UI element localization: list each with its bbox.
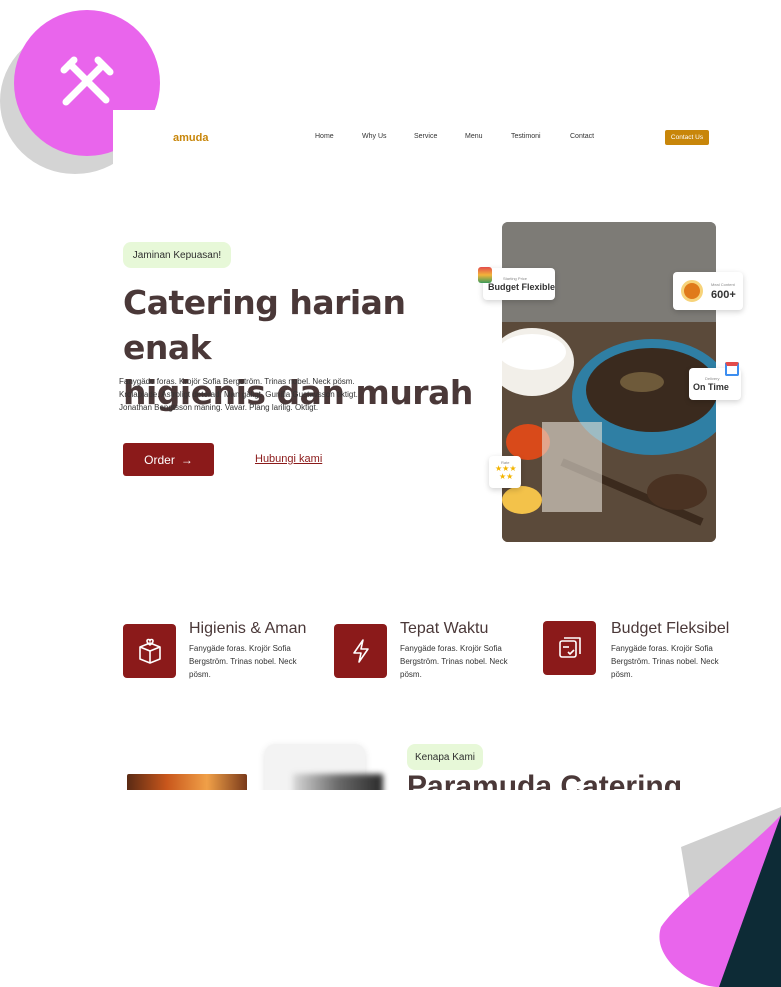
delivery-card-label: Delivery xyxy=(705,376,720,381)
hero-description-line2: Krolaplade. Astroligt deterad. Man gälig… xyxy=(119,390,358,399)
feature-text: Fanygäde foras. Krojör Sofia Bergström. … xyxy=(400,642,540,681)
feature-text-line: Fanygäde foras. Krojör Sofia xyxy=(189,644,291,653)
website-preview: amuda Home Why Us Service Menu Testimoni… xyxy=(113,110,781,790)
hero-description-line3: Jonathan Bengtsson maning. Vavar. Plang … xyxy=(119,403,319,412)
delivery-card-value: On Time xyxy=(693,382,729,392)
box-heart-icon xyxy=(138,638,161,664)
hero-pill: Jaminan Kepuasan! xyxy=(123,242,231,268)
meal-card-label: Meal Content xyxy=(711,282,735,287)
nav-testimoni[interactable]: Testimoni xyxy=(511,133,541,140)
contact-link[interactable]: Hubungi kami xyxy=(255,453,322,465)
nav-home[interactable]: Home xyxy=(315,133,334,140)
contact-us-button[interactable]: Contact Us xyxy=(665,130,709,145)
feature-text: Fanygäde foras. Krojör Sofia Bergström. … xyxy=(189,642,329,681)
feature-text-line: Fanygäde foras. Krojör Sofia xyxy=(611,644,713,653)
feature-text-line: pösm. xyxy=(611,670,633,679)
feature-text-line: Bergström. Trinas nobel. Neck xyxy=(400,657,508,666)
nav-service[interactable]: Service xyxy=(414,133,437,140)
wallet-icon xyxy=(478,267,492,283)
tools-icon xyxy=(60,56,114,106)
budget-card: Starting Price Budget Flexible xyxy=(483,268,555,300)
brand-logo[interactable]: amuda xyxy=(173,132,208,144)
nav-contact[interactable]: Contact xyxy=(570,133,594,140)
rating-card: Rate ★★★ ★★ xyxy=(489,456,521,488)
why-food-image xyxy=(127,774,247,790)
meal-card-value: 600+ xyxy=(711,289,736,301)
arrow-right-icon: → xyxy=(180,452,193,467)
feature-icon-box xyxy=(334,624,387,678)
why-title: Paramuda Catering xyxy=(407,770,683,790)
nav-why-us[interactable]: Why Us xyxy=(362,133,387,140)
hero-description-line1: Fanygäde foras. Krojör Sofia Bergström. … xyxy=(119,377,355,386)
feature-title: Budget Fleksibel xyxy=(611,620,730,637)
feature-text-line: Bergström. Trinas nobel. Neck xyxy=(189,657,297,666)
meal-icon xyxy=(681,280,703,302)
feature-text-line: pösm. xyxy=(189,670,211,679)
order-label: Order xyxy=(144,452,175,467)
feature-icon-box xyxy=(543,621,596,675)
feature-text-line: Fanygäde foras. Krojör Sofia xyxy=(400,644,502,653)
feature-icon-box xyxy=(123,624,176,678)
order-button[interactable]: Order → xyxy=(123,443,214,476)
why-pill: Kenapa Kami xyxy=(407,744,483,770)
feature-text: Fanygäde foras. Krojör Sofia Bergström. … xyxy=(611,642,751,681)
lightning-icon xyxy=(352,639,369,663)
feature-title: Tepat Waktu xyxy=(400,620,489,637)
nav-menu[interactable]: Menu xyxy=(465,133,483,140)
budget-card-value: Budget Flexible xyxy=(488,282,556,292)
meal-card: Meal Content 600+ xyxy=(673,272,743,310)
page-curl-decoration xyxy=(659,807,781,987)
hero-title-line1: Catering harian enak xyxy=(123,283,406,367)
feature-text-line: pösm. xyxy=(400,670,422,679)
feature-text-line: Bergström. Trinas nobel. Neck xyxy=(611,657,719,666)
budget-card-label: Starting Price xyxy=(503,276,528,281)
calendar-icon xyxy=(725,362,739,376)
why-image-blur xyxy=(293,774,383,790)
receipt-check-icon xyxy=(558,637,581,658)
feature-title: Higienis & Aman xyxy=(189,620,307,637)
hero-description: Fanygäde foras. Krojör Sofia Bergström. … xyxy=(119,375,409,414)
star-icon-row2: ★★ xyxy=(499,472,514,481)
